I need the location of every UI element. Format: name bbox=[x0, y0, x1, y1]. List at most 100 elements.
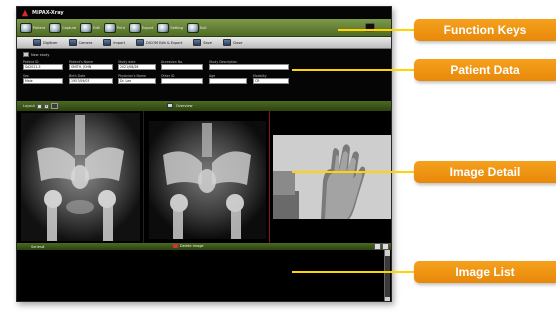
study-description-field[interactable] bbox=[209, 64, 289, 70]
camera-icon bbox=[68, 39, 77, 46]
printer-icon bbox=[103, 22, 116, 33]
scroll-up-icon[interactable] bbox=[385, 250, 390, 256]
import-icon bbox=[103, 39, 112, 46]
fkey-export[interactable]: Export bbox=[128, 21, 154, 35]
title-bar: MiPAX-Xray bbox=[17, 7, 391, 19]
accession-group: Accession No. bbox=[161, 60, 203, 70]
dicom-edit-export-button[interactable]: DICOM Edit & Export bbox=[136, 39, 182, 46]
other-id-field[interactable] bbox=[161, 78, 203, 84]
patient-name-field[interactable]: SMITH, JOHN bbox=[69, 64, 113, 70]
dicom-icon bbox=[136, 39, 145, 46]
sex-select[interactable]: Male bbox=[23, 78, 63, 84]
study-description-group: Study Description bbox=[209, 60, 289, 70]
fkey-capture[interactable]: Capture bbox=[49, 21, 76, 35]
fkey-setting[interactable]: Setting bbox=[157, 21, 183, 35]
accession-field[interactable] bbox=[161, 64, 203, 70]
overview-icon bbox=[167, 103, 173, 108]
fkey-label: Patient bbox=[33, 25, 46, 30]
layout-label: Layout bbox=[23, 104, 35, 108]
camera-button[interactable]: Camera bbox=[68, 39, 93, 46]
digitizer-button[interactable]: Digitizer bbox=[33, 39, 58, 46]
callout-image-list: Image List bbox=[414, 261, 556, 283]
digitizer-icon bbox=[33, 39, 41, 46]
image-detail-area bbox=[17, 111, 391, 243]
fkey-print[interactable]: Print bbox=[103, 21, 125, 35]
chevron-down-icon[interactable] bbox=[382, 243, 389, 250]
delete-icon bbox=[173, 244, 178, 248]
age-field[interactable] bbox=[209, 78, 247, 84]
fkey-label: Exit bbox=[199, 25, 207, 30]
pelvis-xray-image bbox=[149, 121, 266, 239]
layout-grid-icon[interactable] bbox=[36, 103, 42, 109]
fkey-label: Edit bbox=[93, 25, 100, 30]
scroll-down-icon[interactable] bbox=[385, 297, 390, 301]
fkey-label: Setting bbox=[170, 25, 183, 30]
image-list-panel[interactable] bbox=[17, 250, 391, 301]
fkey-label: Capture bbox=[62, 25, 77, 30]
patient-icon bbox=[20, 22, 32, 33]
physician-group: Physician's Name Dr. Lee bbox=[118, 74, 156, 84]
xray-image-1[interactable] bbox=[17, 111, 144, 243]
fkey-edit[interactable]: Edit bbox=[80, 21, 100, 35]
delete-image-button[interactable]: Delete Image bbox=[173, 244, 204, 248]
study-date-group: Study date 2021/08/26 bbox=[118, 60, 156, 70]
pelvis-xray-image bbox=[21, 113, 140, 241]
close-button[interactable]: Close bbox=[222, 39, 243, 46]
fkey-label: Export bbox=[141, 25, 154, 30]
app-logo-icon bbox=[21, 9, 29, 17]
patient-name-group: Patient's Name SMITH, JOHN bbox=[69, 60, 113, 70]
patient-data-panel: New study Patient ID SA2021-5 Patient's … bbox=[17, 49, 391, 101]
tool-label: Save bbox=[203, 40, 212, 45]
close-icon bbox=[222, 39, 231, 46]
callout-line-patient-data bbox=[292, 69, 414, 71]
image-list-toolbar: Series# Delete Image bbox=[17, 243, 391, 250]
callout-line-image-detail bbox=[292, 171, 414, 173]
image-viewer-toolbar: Layout 1 Overview bbox=[17, 101, 391, 111]
fkey-label: Print bbox=[116, 25, 125, 30]
app-window: MiPAX-Xray Patient Capture Edit Print Ex… bbox=[16, 6, 392, 302]
study-date-field[interactable]: 2021/08/26 bbox=[118, 64, 156, 70]
new-study-checkbox[interactable]: New study bbox=[23, 52, 49, 57]
edit-icon bbox=[80, 22, 93, 33]
checkbox-icon bbox=[23, 52, 29, 57]
callout-image-detail: Image Detail bbox=[414, 161, 556, 183]
overview-button[interactable]: Overview bbox=[167, 103, 192, 108]
fkey-patient[interactable]: Patient bbox=[20, 21, 45, 35]
tool-label: Close bbox=[232, 40, 243, 45]
xray-image-2[interactable] bbox=[145, 111, 270, 243]
patient-id-field[interactable]: SA2021-5 bbox=[23, 64, 63, 70]
list-nav-buttons bbox=[373, 243, 389, 250]
layout-dropdown-button[interactable] bbox=[50, 103, 58, 109]
import-button[interactable]: Import bbox=[103, 39, 125, 46]
delete-image-label: Delete Image bbox=[180, 244, 204, 248]
camera-icon bbox=[49, 22, 62, 33]
tool-label: Digitizer bbox=[43, 40, 58, 45]
fkey-exit[interactable]: Exit bbox=[186, 21, 207, 35]
capture-toolbar: Digitizer Camera Import DICOM Edit & Exp… bbox=[17, 37, 391, 49]
birth-date-field[interactable]: 1957/09/03 bbox=[69, 78, 113, 84]
hand-photo-image bbox=[273, 135, 391, 219]
birth-date-group: Birth Date 1957/09/03 bbox=[69, 74, 113, 84]
gear-icon bbox=[157, 22, 170, 33]
patient-id-group: Patient ID SA2021-5 bbox=[23, 60, 63, 70]
physician-field[interactable]: Dr. Lee bbox=[118, 78, 156, 84]
sex-group: Sex Male bbox=[23, 74, 63, 84]
app-title: MiPAX-Xray bbox=[32, 10, 64, 16]
export-icon bbox=[128, 22, 141, 33]
tool-label: Camera bbox=[78, 40, 93, 45]
chevron-up-icon[interactable] bbox=[374, 243, 381, 250]
modality-select[interactable]: CR bbox=[253, 78, 289, 84]
new-study-label: New study bbox=[31, 52, 50, 57]
page-box[interactable]: 1 bbox=[43, 103, 49, 109]
callout-function-keys: Function Keys bbox=[414, 19, 556, 41]
callout-line-image-list bbox=[292, 271, 414, 273]
callout-patient-data: Patient Data bbox=[414, 59, 556, 81]
image-list-scrollbar[interactable] bbox=[384, 250, 390, 301]
exit-icon bbox=[186, 22, 199, 33]
camera-photo-image[interactable] bbox=[271, 111, 391, 243]
callout-line-function-keys bbox=[338, 29, 422, 31]
save-button[interactable]: Save bbox=[193, 39, 212, 46]
tool-label: Import bbox=[113, 40, 126, 45]
series-label: Series# bbox=[31, 244, 45, 249]
save-icon bbox=[193, 39, 202, 46]
